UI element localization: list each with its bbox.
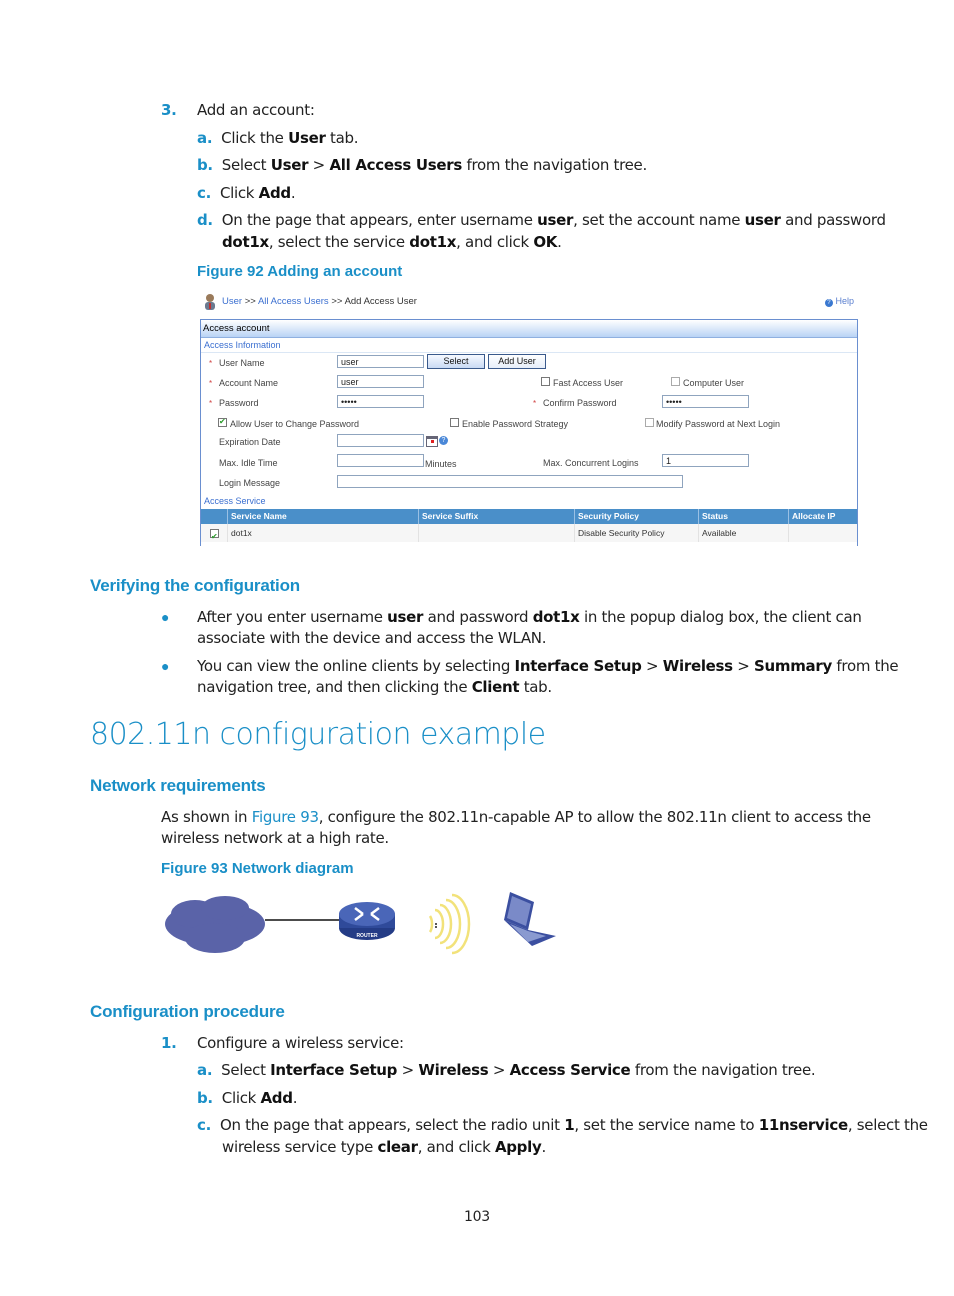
enable-password-strategy-label: Enable Password Strategy — [462, 419, 569, 429]
verifying-heading: Verifying the configuration — [90, 576, 300, 595]
section-access-information: Access Information — [204, 340, 281, 350]
max-concurrent-logins-input[interactable]: 1 — [662, 454, 749, 467]
col-allocate-ip: Allocate IP — [792, 511, 836, 521]
calendar-icon[interactable] — [426, 436, 438, 447]
required-marker: * — [209, 379, 213, 388]
account-name-input[interactable]: user — [337, 375, 424, 388]
proc-substep-b: b. Click Add. — [197, 1089, 298, 1107]
expiration-date-input[interactable] — [337, 434, 424, 447]
col-service-suffix: Service Suffix — [422, 511, 479, 521]
proc-substep-c-line2: wireless service type clear, and click A… — [222, 1138, 546, 1156]
cell-service-name: dot1x — [231, 528, 252, 538]
configuration-procedure-heading: Configuration procedure — [90, 1002, 285, 1021]
computer-user-checkbox[interactable] — [671, 377, 680, 386]
info-icon[interactable]: ? — [439, 436, 448, 445]
table-row[interactable]: dot1x Disable Security Policy Available — [201, 524, 857, 546]
login-message-label: Login Message — [219, 478, 281, 488]
substep-d-line2: dot1x, select the service dot1x, and cli… — [222, 233, 562, 251]
bullet-icon: ● — [161, 658, 170, 674]
col-service-name: Service Name — [231, 511, 287, 521]
figure-92-caption: Figure 92 Adding an account — [197, 263, 403, 280]
step-number: 3. — [161, 101, 177, 119]
cell-security-policy: Disable Security Policy — [578, 528, 665, 538]
section-title: 802.11n configuration example — [90, 717, 546, 752]
router-icon: ROUTER — [339, 902, 395, 940]
breadcrumb: User >> All Access Users >> Add Access U… — [222, 296, 417, 307]
proc-step-1: 1. — [161, 1034, 177, 1052]
row-select-checkbox[interactable] — [210, 528, 219, 546]
step-3-text: Add an account: — [197, 101, 315, 119]
computer-user-label: Computer User — [683, 378, 745, 388]
proc-step-1-text: Configure a wireless service: — [197, 1034, 404, 1052]
step-3: 3. — [161, 101, 177, 119]
expiration-date-label: Expiration Date — [219, 437, 281, 447]
verify-bullet-2-line2: navigation tree, and then clicking the C… — [197, 678, 552, 696]
netreq-paragraph-line2: wireless network at a high rate. — [161, 829, 389, 847]
wireless-signal-icon — [428, 893, 471, 955]
table-header: Service Name Service Suffix Security Pol… — [201, 509, 857, 524]
confirm-password-label: Confirm Password — [543, 398, 617, 408]
substep-c: c. Click Add. — [197, 184, 296, 202]
cloud-icon — [165, 896, 265, 953]
laptop-icon — [504, 892, 556, 946]
breadcrumb-user[interactable]: User — [222, 296, 242, 307]
page-number: 103 — [464, 1209, 490, 1225]
col-security-policy: Security Policy — [578, 511, 639, 521]
login-message-input[interactable] — [337, 475, 683, 488]
required-marker: * — [209, 399, 213, 408]
minutes-unit-label: Minutes — [425, 459, 457, 469]
proc-substep-a: a. Select Interface Setup > Wireless > A… — [197, 1061, 816, 1079]
password-label: Password — [219, 398, 259, 408]
breadcrumb-current: Add Access User — [344, 296, 417, 307]
col-status: Status — [702, 511, 728, 521]
access-account-panel: Access account Access Information * User… — [200, 319, 858, 546]
help-icon: ? — [824, 299, 833, 307]
help-link[interactable]: ? Help — [824, 296, 854, 307]
divider — [201, 352, 857, 353]
confirm-password-input[interactable]: ••••• — [662, 395, 749, 408]
router-label: ROUTER — [356, 933, 378, 939]
max-idle-time-input[interactable] — [337, 454, 424, 467]
proc-substep-c: c. On the page that appears, select the … — [197, 1116, 928, 1134]
access-service-table: Service Name Service Suffix Security Pol… — [201, 509, 857, 546]
breadcrumb-all-access-users[interactable]: All Access Users — [258, 296, 329, 307]
add-user-button[interactable]: Add User — [488, 354, 546, 369]
fast-access-user-checkbox[interactable] — [541, 377, 550, 386]
modify-password-next-login-label: Modify Password at Next Login — [656, 419, 781, 429]
max-concurrent-logins-label: Max. Concurrent Logins — [543, 458, 639, 468]
substep-d: d. On the page that appears, enter usern… — [197, 211, 886, 229]
section-access-service: Access Service — [204, 496, 266, 506]
required-marker: * — [209, 359, 213, 368]
figure-93-link[interactable]: Figure 93 — [252, 808, 319, 826]
fast-access-user-label: Fast Access User — [553, 378, 624, 388]
allow-change-password-checkbox[interactable] — [218, 417, 227, 427]
cell-status: Available — [702, 528, 737, 538]
add-account-screenshot: User >> All Access Users >> Add Access U… — [200, 290, 858, 546]
figure-93-caption: Figure 93 Network diagram — [161, 860, 354, 877]
required-marker: * — [533, 399, 537, 408]
user-name-input[interactable]: user — [337, 355, 424, 368]
user-name-label: User Name — [219, 358, 265, 368]
user-avatar-icon — [202, 293, 218, 311]
account-name-label: Account Name — [219, 378, 279, 388]
network-requirements-heading: Network requirements — [90, 776, 266, 795]
enable-password-strategy-checkbox[interactable] — [450, 418, 459, 427]
modify-password-next-login-checkbox[interactable] — [645, 418, 654, 427]
select-button[interactable]: Select — [427, 354, 485, 369]
substep-b: b. Select User > All Access Users from t… — [197, 156, 647, 174]
allow-change-password-label: Allow User to Change Password — [230, 419, 360, 429]
verify-bullet-1: After you enter username user and passwo… — [197, 608, 862, 626]
max-idle-time-label: Max. Idle Time — [219, 458, 278, 468]
password-input[interactable]: ••••• — [337, 395, 424, 408]
verify-bullet-2: You can view the online clients by selec… — [197, 657, 899, 675]
network-diagram: ROUTER — [165, 892, 556, 955]
verify-bullet-1-line2: associate with the device and access the… — [197, 629, 547, 647]
bullet-icon: ● — [161, 609, 170, 625]
panel-title: Access account — [201, 320, 857, 338]
substep-a: a. Click the User tab. — [197, 129, 359, 147]
netreq-paragraph: As shown in Figure 93, configure the 802… — [161, 808, 871, 826]
